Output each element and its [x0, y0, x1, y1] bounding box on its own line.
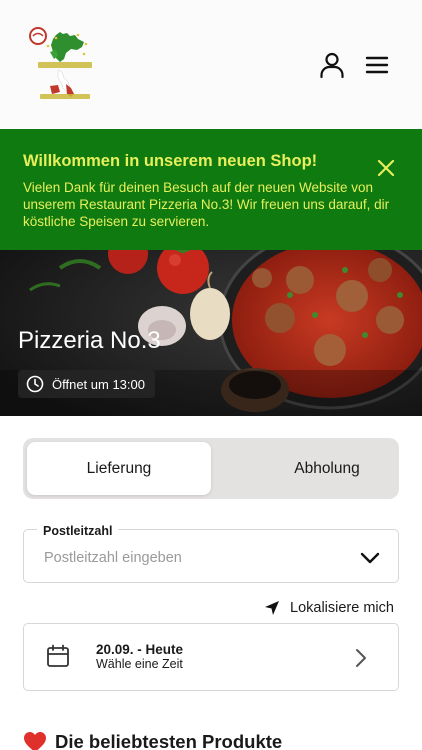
- order-mode-toggle: Lieferung Abholung: [23, 438, 399, 499]
- hamburger-menu-icon: [365, 56, 389, 74]
- pizzeria-logo-icon: [29, 27, 92, 99]
- tab-pickup[interactable]: Abholung: [235, 442, 419, 495]
- user-icon: [320, 52, 344, 79]
- chevron-right-icon: [354, 648, 368, 668]
- opening-hours-badge: Öffnet um 13:00: [18, 370, 155, 398]
- close-icon: [377, 159, 395, 177]
- postal-code-label: Postleitzahl: [37, 524, 119, 538]
- postal-code-dropdown[interactable]: [360, 550, 380, 566]
- time-subtitle: Wähle eine Zeit: [96, 657, 183, 671]
- postal-code-input[interactable]: [44, 548, 344, 568]
- restaurant-name: Pizzeria No.3: [18, 327, 161, 354]
- time-selector[interactable]: [23, 623, 399, 691]
- popular-products-heading: Die beliebtesten Produkte: [23, 731, 282, 750]
- heart-icon: [24, 732, 46, 750]
- location-arrow-icon: [265, 601, 279, 615]
- calendar-icon: [46, 644, 70, 668]
- locate-me-button[interactable]: Lokalisiere mich: [264, 598, 394, 618]
- banner-text: Vielen Dank für deinen Besuch auf der ne…: [23, 180, 390, 229]
- locate-me-label: Lokalisiere mich: [290, 600, 394, 616]
- chevron-down-icon: [360, 552, 380, 564]
- popular-products-title: Die beliebtesten Produkte: [55, 731, 283, 750]
- opening-hours-text: Öffnet um 13:00: [52, 376, 145, 392]
- banner-title: Willkommen in unserem neuen Shop!: [23, 152, 318, 170]
- account-button[interactable]: [318, 51, 346, 79]
- clock-icon: [26, 375, 44, 393]
- banner-close-button[interactable]: [374, 156, 398, 180]
- menu-button[interactable]: [364, 54, 390, 76]
- welcome-banner: Willkommen in unserem neuen Shop! Vielen…: [0, 129, 422, 250]
- tab-delivery[interactable]: Lieferung: [27, 442, 211, 495]
- time-date: 20.09. - Heute: [96, 642, 184, 657]
- logo[interactable]: [26, 26, 96, 104]
- header: [0, 0, 422, 129]
